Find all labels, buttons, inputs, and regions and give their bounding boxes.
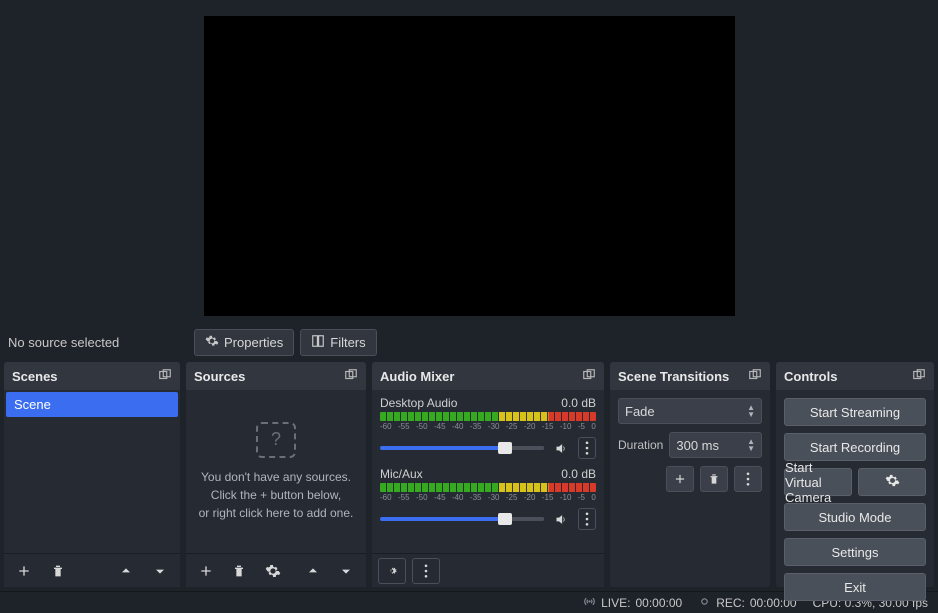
audio-meter <box>380 412 596 421</box>
mixer-toolbar <box>372 553 604 587</box>
controls-dock: Controls Start Streaming Start Recording… <box>776 362 934 587</box>
transition-select[interactable]: Fade ▲▼ <box>618 398 762 424</box>
source-up-button[interactable] <box>299 558 327 584</box>
live-label: LIVE: <box>601 596 630 610</box>
start-virtual-camera-button[interactable]: Start Virtual Camera <box>784 468 852 496</box>
docks-container: Scenes Scene Sources ? Yo <box>0 362 938 591</box>
mute-button[interactable] <box>550 508 572 530</box>
filters-button[interactable]: Filters <box>300 329 376 356</box>
transitions-header[interactable]: Scene Transitions <box>610 362 770 390</box>
preview-area <box>0 0 938 322</box>
channel-menu-button[interactable] <box>578 508 596 530</box>
slider-thumb[interactable] <box>498 442 512 454</box>
transition-selected: Fade <box>625 404 655 419</box>
popout-icon[interactable] <box>158 368 172 385</box>
transitions-dock: Scene Transitions Fade ▲▼ Duration 300 m… <box>610 362 770 587</box>
audio-mixer-dock: Audio Mixer Desktop Audio 0.0 dB -60-55-… <box>372 362 604 587</box>
virtual-camera-settings-button[interactable] <box>858 468 926 496</box>
sources-header[interactable]: Sources <box>186 362 366 390</box>
exit-button[interactable]: Exit <box>784 573 926 601</box>
gear-icon <box>885 473 900 491</box>
scenes-dock: Scenes Scene <box>4 362 180 587</box>
remove-transition-button[interactable] <box>700 466 728 492</box>
transition-properties-button[interactable] <box>734 466 762 492</box>
gear-icon <box>205 334 219 351</box>
select-arrows-icon: ▲▼ <box>747 404 755 418</box>
rec-label: REC: <box>716 596 745 610</box>
duration-value: 300 ms <box>676 438 719 453</box>
no-source-label: No source selected <box>8 335 188 350</box>
record-icon <box>698 595 711 611</box>
broadcast-icon <box>583 595 596 611</box>
spinbox-arrows-icon: ▲▼ <box>747 438 755 452</box>
mixer-header[interactable]: Audio Mixer <box>372 362 604 390</box>
mixer-body: Desktop Audio 0.0 dB -60-55-50-45-40-35-… <box>372 390 604 587</box>
meter-ticks: -60-55-50-45-40-35-30-25-20-15-10-50 <box>380 493 596 502</box>
sources-dock: Sources ? You don't have any sources. Cl… <box>186 362 366 587</box>
audio-channel: Mic/Aux 0.0 dB -60-55-50-45-40-35-30-25-… <box>380 467 596 530</box>
scene-up-button[interactable] <box>112 558 140 584</box>
scene-list[interactable]: Scene <box>4 390 180 553</box>
sources-toolbar <box>186 553 366 587</box>
scenes-header[interactable]: Scenes <box>4 362 180 390</box>
popout-icon[interactable] <box>582 368 596 385</box>
controls-header[interactable]: Controls <box>776 362 934 390</box>
live-time: 00:00:00 <box>635 596 682 610</box>
popout-icon[interactable] <box>748 368 762 385</box>
scene-item[interactable]: Scene <box>6 392 178 417</box>
channel-menu-button[interactable] <box>578 437 596 459</box>
start-streaming-button[interactable]: Start Streaming <box>784 398 926 426</box>
transitions-title: Scene Transitions <box>618 369 729 384</box>
empty-line1: You don't have any sources. <box>201 470 351 484</box>
scenes-title: Scenes <box>12 369 58 384</box>
audio-meter <box>380 483 596 492</box>
slider-thumb[interactable] <box>498 513 512 525</box>
remove-source-button[interactable] <box>226 558 254 584</box>
scenes-body: Scene <box>4 390 180 587</box>
filters-icon <box>311 334 325 351</box>
popout-icon[interactable] <box>344 368 358 385</box>
studio-mode-button[interactable]: Studio Mode <box>784 503 926 531</box>
empty-line3: or right click here to add one. <box>199 506 354 520</box>
filters-label: Filters <box>330 335 365 350</box>
add-scene-button[interactable] <box>10 558 38 584</box>
sources-title: Sources <box>194 369 245 384</box>
mixer-menu-button[interactable] <box>412 558 440 584</box>
controls-title: Controls <box>784 369 837 384</box>
source-properties-button[interactable] <box>259 558 287 584</box>
duration-label: Duration <box>618 438 663 452</box>
status-live: LIVE: 00:00:00 <box>583 595 682 611</box>
channel-level: 0.0 dB <box>561 396 596 410</box>
scenes-toolbar <box>4 553 180 587</box>
source-down-button[interactable] <box>332 558 360 584</box>
meter-ticks: -60-55-50-45-40-35-30-25-20-15-10-50 <box>380 422 596 431</box>
volume-slider[interactable] <box>380 517 544 521</box>
properties-button[interactable]: Properties <box>194 329 294 356</box>
popout-icon[interactable] <box>912 368 926 385</box>
transitions-body: Fade ▲▼ Duration 300 ms ▲▼ <box>610 390 770 587</box>
volume-slider[interactable] <box>380 446 544 450</box>
sources-body[interactable]: ? You don't have any sources. Click the … <box>186 390 366 587</box>
start-recording-button[interactable]: Start Recording <box>784 433 926 461</box>
mixer-title: Audio Mixer <box>380 369 454 384</box>
scene-down-button[interactable] <box>146 558 174 584</box>
properties-label: Properties <box>224 335 283 350</box>
settings-button[interactable]: Settings <box>784 538 926 566</box>
duration-spinbox[interactable]: 300 ms ▲▼ <box>669 432 762 458</box>
preview-canvas[interactable] <box>204 16 735 316</box>
channel-name: Mic/Aux <box>380 467 423 481</box>
channel-level: 0.0 dB <box>561 467 596 481</box>
add-source-button[interactable] <box>192 558 220 584</box>
remove-scene-button[interactable] <box>44 558 72 584</box>
audio-channel: Desktop Audio 0.0 dB -60-55-50-45-40-35-… <box>380 396 596 459</box>
sources-empty-state: ? You don't have any sources. Click the … <box>186 390 366 553</box>
advanced-audio-button[interactable] <box>378 558 406 584</box>
channel-name: Desktop Audio <box>380 396 457 410</box>
controls-body: Start Streaming Start Recording Start Vi… <box>776 390 934 587</box>
add-transition-button[interactable] <box>666 466 694 492</box>
mute-button[interactable] <box>550 437 572 459</box>
source-info-row: No source selected Properties Filters <box>0 322 938 362</box>
question-icon: ? <box>256 422 296 458</box>
empty-line2: Click the + button below, <box>211 488 341 502</box>
